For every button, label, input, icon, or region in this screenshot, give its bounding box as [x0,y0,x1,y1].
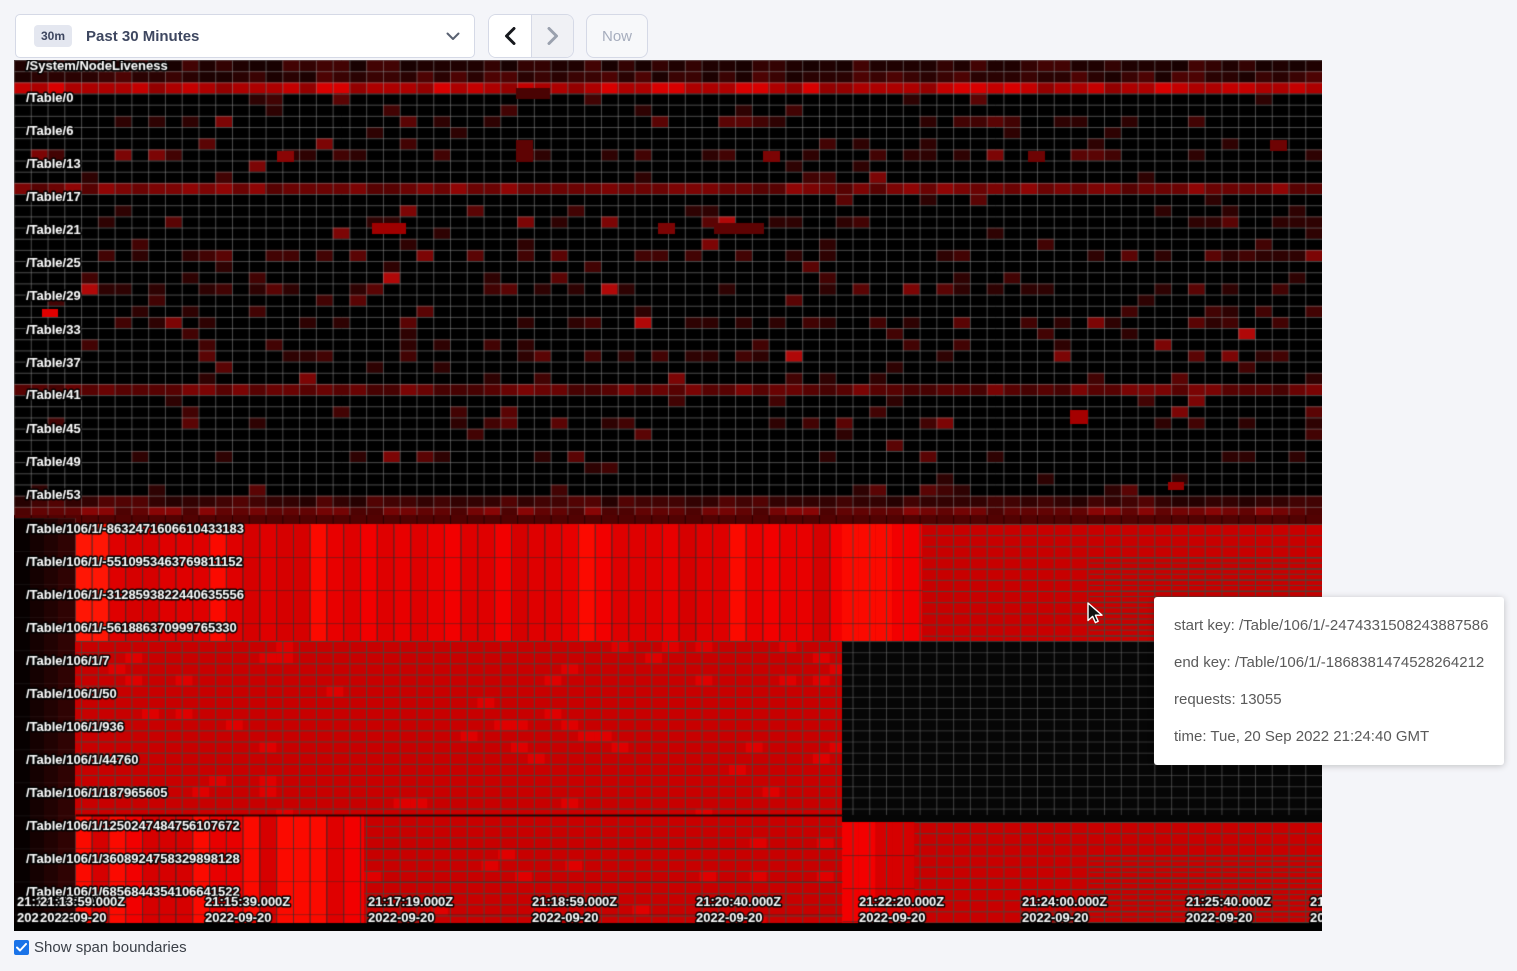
next-time-button[interactable] [531,15,573,57]
key-visualizer-page: { "toolbar": { "badge": "30m", "range_la… [0,0,1517,971]
chevron-down-icon [446,32,460,41]
show-span-boundaries-checkbox[interactable] [14,940,29,955]
tooltip-start-key: start key: /Table/106/1/-247433150824388… [1174,607,1490,644]
span-tooltip: start key: /Table/106/1/-247433150824388… [1154,597,1504,765]
time-nav-group [488,14,574,58]
chevron-left-icon [504,27,516,45]
time-range-label: Past 30 Minutes [86,28,446,45]
tooltip-time: time: Tue, 20 Sep 2022 21:24:40 GMT [1174,718,1490,755]
key-visualizer-heatmap[interactable] [14,60,1322,931]
now-button[interactable]: Now [586,14,648,58]
tooltip-requests: requests: 13055 [1174,681,1490,718]
check-icon [16,943,27,952]
prev-time-button[interactable] [489,15,531,57]
tooltip-end-key: end key: /Table/106/1/-18683814745282642… [1174,644,1490,681]
footer: Show span boundaries [14,939,187,956]
toolbar: 30m Past 30 Minutes Now [15,14,648,58]
time-range-badge: 30m [34,25,72,47]
time-range-dropdown[interactable]: 30m Past 30 Minutes [15,14,475,58]
show-span-boundaries-label: Show span boundaries [34,939,187,956]
chevron-right-icon [547,27,559,45]
